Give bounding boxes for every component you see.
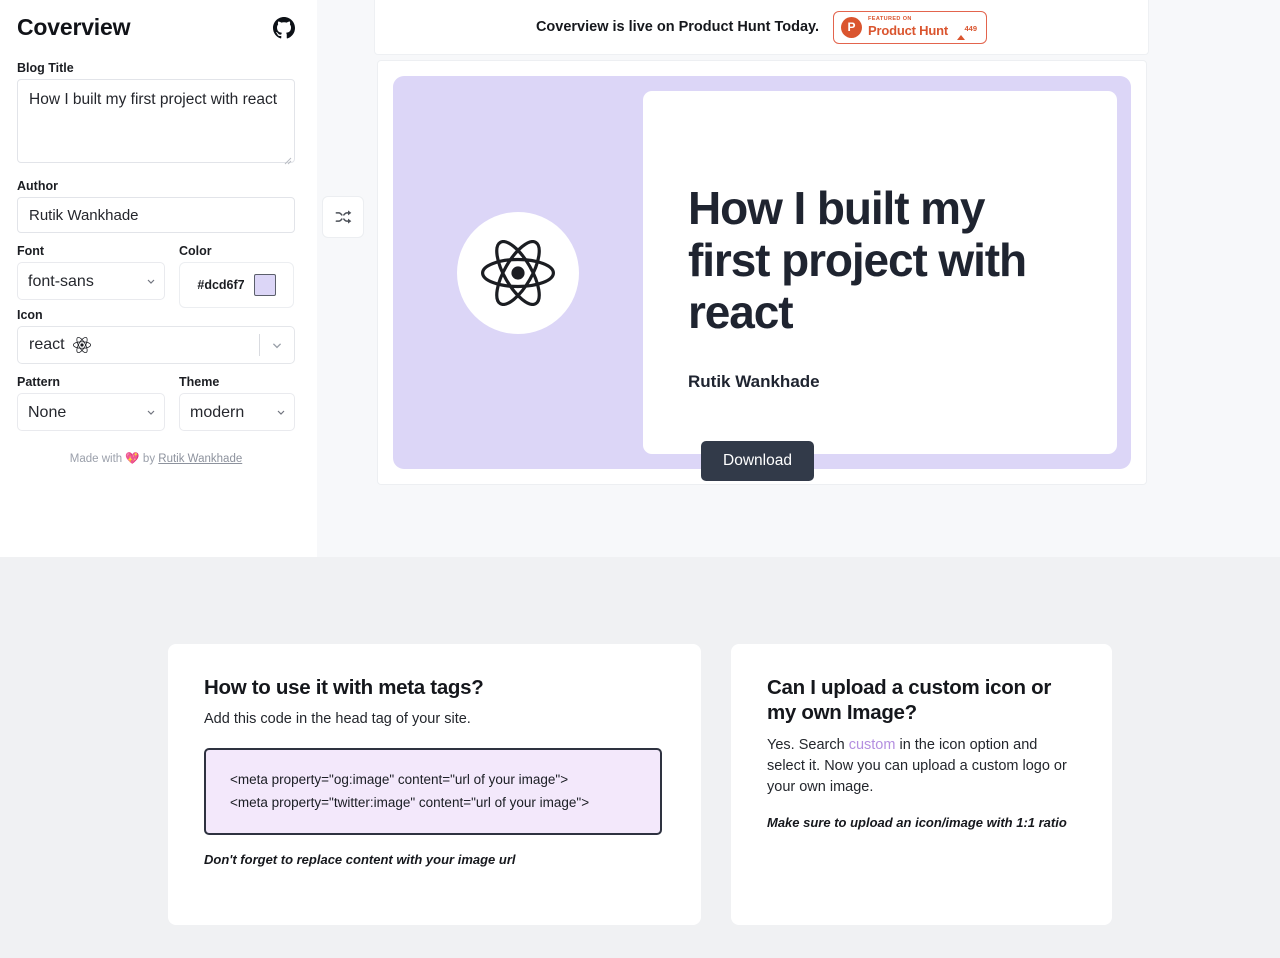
download-button[interactable]: Download: [701, 441, 814, 481]
cover-title: How I built my first project with react: [688, 182, 1027, 338]
faq-title: How to use it with meta tags?: [204, 676, 484, 699]
faq-card-meta-tags: How to use it with meta tags? Add this c…: [168, 644, 701, 925]
pattern-select[interactable]: None: [17, 393, 165, 431]
author-input[interactable]: [17, 197, 295, 233]
cover-preview[interactable]: How I built my first project with react …: [393, 76, 1131, 469]
preview-area: Coverview is live on Product Hunt Today.…: [317, 0, 1280, 557]
font-select[interactable]: font-sans: [17, 262, 165, 300]
product-hunt-labels: FEATURED ON Product Hunt: [868, 17, 950, 37]
cover-logo-circle: [457, 211, 579, 334]
icon-label: Icon: [17, 308, 43, 322]
icon-field: Icon react: [17, 308, 297, 364]
app-title: Coverview: [17, 14, 131, 40]
author-credit-link[interactable]: Rutik Wankhade: [158, 453, 242, 465]
faq-body: Yes. Search custom in the icon option an…: [767, 735, 1076, 798]
made-with-prefix: Made with: [69, 453, 123, 465]
sidebar-header: Coverview: [17, 14, 297, 41]
blog-title-input[interactable]: How I built my first project with react: [17, 79, 295, 163]
announcement-text: Coverview is live on Product Hunt Today.: [535, 19, 820, 35]
made-with-middle: by: [142, 453, 156, 465]
app-root: Coverview Blog Title How I built my firs…: [0, 0, 1280, 958]
color-hex-value: #dcd6f7: [197, 278, 245, 292]
icon-select[interactable]: react: [17, 326, 295, 364]
chevron-down-icon: [272, 343, 282, 349]
color-label: Color: [179, 244, 212, 258]
author-field: Author: [17, 179, 297, 233]
code-line: <meta property="twitter:image" content="…: [230, 794, 590, 810]
faq-highlight-custom: custom: [848, 736, 896, 753]
heart-icon: 💖: [125, 453, 140, 465]
code-line: <meta property="og:image" content="url o…: [230, 772, 569, 788]
product-hunt-announcement: Coverview is live on Product Hunt Today.…: [374, 0, 1149, 55]
theme-select[interactable]: modern: [179, 393, 295, 431]
blog-title-wrapper: How I built my first project with react: [17, 79, 295, 168]
faq-note: Don't forget to replace content with you…: [204, 851, 516, 867]
faq-title: Can I upload a custom icon or my own Ima…: [767, 676, 1052, 725]
font-select-wrapper: font-sans: [17, 262, 165, 300]
editor-sidebar: Coverview Blog Title How I built my firs…: [0, 0, 317, 557]
cover-text-panel: How I built my first project with react …: [643, 91, 1117, 454]
cover-author: Rutik Wankhade: [688, 371, 820, 391]
icon-select-text: react: [29, 336, 65, 353]
faq-subtitle: Add this code in the head tag of your si…: [204, 711, 471, 728]
product-hunt-badge[interactable]: P FEATURED ON Product Hunt 449: [833, 10, 988, 44]
upvote-triangle-icon: [956, 18, 965, 40]
cover-canvas-frame: How I built my first project with react …: [377, 60, 1147, 485]
shuffle-icon: [335, 210, 352, 224]
product-hunt-votes: 449: [956, 18, 980, 40]
font-color-row: Font font-sans Color #dcd6f7: [17, 244, 297, 308]
product-hunt-logo-icon: P: [841, 16, 863, 38]
github-icon[interactable]: [273, 16, 295, 39]
theme-select-wrapper: modern: [179, 393, 295, 431]
blog-title-label: Blog Title: [17, 61, 74, 75]
icon-select-value: react: [18, 336, 259, 354]
cover-logo-area: [393, 211, 643, 334]
font-field: Font font-sans: [17, 244, 165, 308]
color-picker-button[interactable]: #dcd6f7: [179, 262, 294, 308]
faq-section: How to use it with meta tags? Add this c…: [0, 557, 1280, 958]
react-icon: [72, 336, 91, 354]
blog-title-field: Blog Title How I built my first project …: [17, 61, 297, 168]
vote-count: 449: [964, 24, 978, 33]
color-field: Color #dcd6f7: [179, 244, 294, 308]
editor-section: Coverview Blog Title How I built my firs…: [0, 0, 1280, 557]
featured-on-label: FEATURED ON: [868, 16, 912, 23]
faq-note: Make sure to upload an icon/image with 1…: [767, 814, 1067, 830]
font-label: Font: [17, 244, 45, 258]
react-icon: [481, 239, 555, 306]
product-hunt-name: Product Hunt: [868, 22, 948, 38]
meta-tag-code-block[interactable]: <meta property="og:image" content="url o…: [204, 748, 662, 835]
author-label: Author: [17, 179, 58, 193]
theme-field: Theme modern: [179, 375, 295, 431]
pattern-theme-row: Pattern None Theme modern: [17, 375, 297, 431]
made-with-footer: Made with 💖 by Rutik Wankhade: [17, 451, 295, 465]
pattern-field: Pattern None: [17, 375, 165, 431]
pattern-select-wrapper: None: [17, 393, 165, 431]
faq-card-custom-icon: Can I upload a custom icon or my own Ima…: [731, 644, 1112, 925]
theme-label: Theme: [179, 375, 220, 389]
pattern-label: Pattern: [17, 375, 61, 389]
icon-select-arrow[interactable]: [260, 339, 294, 351]
faq-body-before: Yes. Search: [767, 736, 849, 753]
color-swatch[interactable]: [253, 274, 276, 296]
shuffle-button[interactable]: [322, 196, 364, 238]
